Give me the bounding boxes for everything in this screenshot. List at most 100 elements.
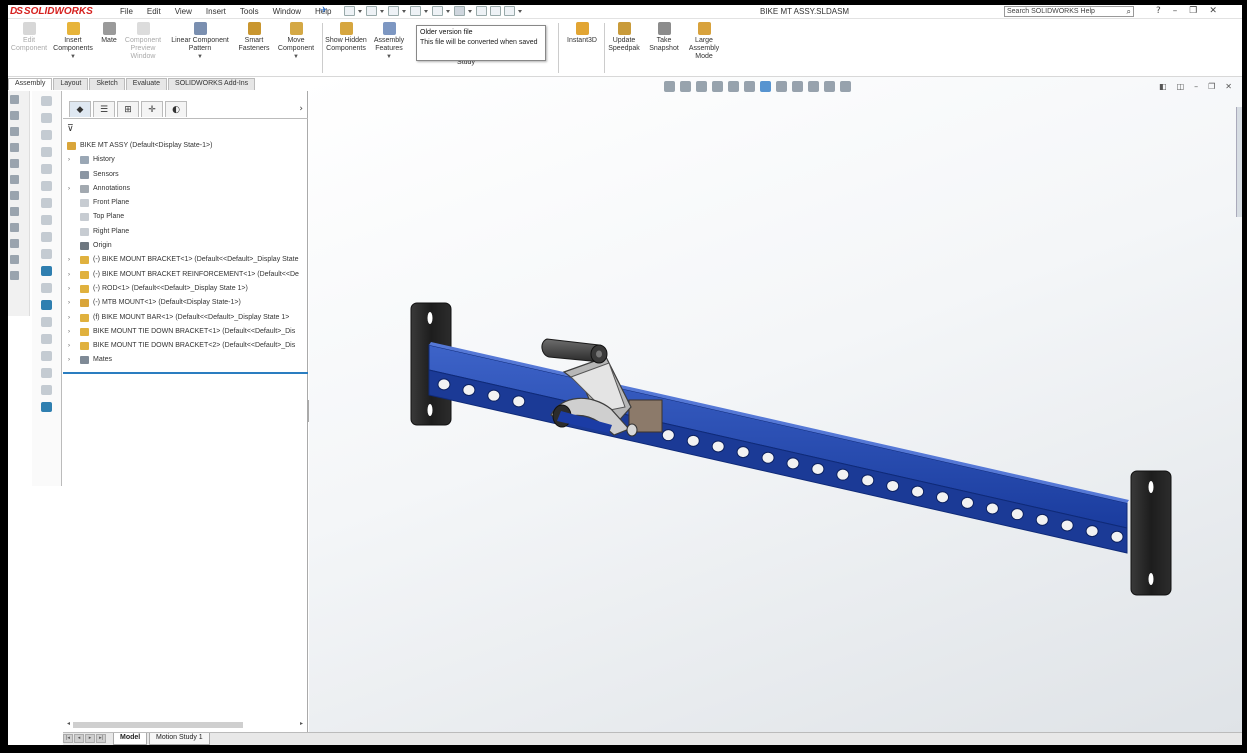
dimxpert-tab-icon[interactable]: ✛ (141, 101, 163, 117)
tree-item-component[interactable]: › (f) BIKE MOUNT BAR<1> (Default<<Defaul… (63, 311, 308, 325)
tool-icon[interactable] (41, 351, 52, 361)
tree-item-top-plane[interactable]: Top Plane (63, 210, 308, 224)
tool-icon[interactable] (41, 334, 52, 344)
menu-tools[interactable]: Tools (240, 7, 259, 16)
graphics-area[interactable]: ◧ ◫ – ❐ ✕ (309, 77, 1242, 732)
rollback-bar[interactable] (63, 372, 308, 374)
menu-file[interactable]: File (120, 7, 133, 16)
tree-item-annotations[interactable]: › Annotations (63, 182, 308, 196)
expand-arrow-icon[interactable]: › (68, 339, 70, 353)
tool-icon[interactable] (10, 111, 19, 120)
tree-item-sensors[interactable]: Sensors (63, 168, 308, 182)
tab-sketch[interactable]: Sketch (89, 78, 125, 90)
expand-arrow-icon[interactable]: › (68, 282, 70, 296)
new-document-icon[interactable] (344, 6, 355, 16)
tool-icon[interactable] (41, 266, 52, 276)
options-gear-icon[interactable] (504, 6, 515, 16)
tree-item-component[interactable]: › (-) MTB MOUNT<1> (Default<Display Stat… (63, 296, 308, 310)
instant3d-button[interactable]: Instant3D (564, 22, 600, 45)
scroll-thumb[interactable] (73, 722, 243, 728)
dropdown-arrow-icon[interactable]: ▼ (293, 53, 299, 61)
tool-icon[interactable] (41, 385, 52, 395)
print-dropdown-icon[interactable] (424, 6, 429, 16)
move-component-button[interactable]: Move Component ▼ (274, 22, 318, 61)
tool-icon[interactable] (10, 255, 19, 264)
tool-icon[interactable] (41, 181, 52, 191)
model-viewport[interactable] (309, 77, 1242, 732)
tree-item-front-plane[interactable]: Front Plane (63, 196, 308, 210)
save-icon[interactable] (388, 6, 399, 16)
print-icon[interactable] (410, 6, 421, 16)
tree-item-component[interactable]: › BIKE MOUNT TIE DOWN BRACKET<2> (Defaul… (63, 339, 308, 353)
tool-icon[interactable] (10, 271, 19, 280)
tool-icon[interactable] (10, 207, 19, 216)
expand-arrow-icon[interactable]: › (68, 268, 70, 282)
tab-layout[interactable]: Layout (53, 78, 89, 90)
tool-icon[interactable] (41, 368, 52, 378)
prev-tab-icon[interactable]: ◂ (74, 734, 84, 743)
select-icon[interactable] (454, 6, 465, 16)
tab-assembly[interactable]: Assembly (8, 78, 53, 90)
tool-icon[interactable] (10, 191, 19, 200)
configuration-manager-tab-icon[interactable]: ⊞ (117, 101, 139, 117)
last-tab-icon[interactable]: ▸| (96, 734, 106, 743)
rebuild-icon[interactable] (476, 6, 487, 16)
tool-icon[interactable] (10, 159, 19, 168)
undo-icon[interactable] (432, 6, 443, 16)
dropdown-arrow-icon[interactable]: ▼ (197, 53, 203, 61)
menu-insert[interactable]: Insert (206, 7, 226, 16)
display-manager-tab-icon[interactable]: ◐ (165, 101, 187, 117)
bike-mount-bar[interactable] (428, 342, 1129, 554)
search-icon[interactable]: ⌕ (1127, 7, 1131, 16)
tool-icon[interactable] (10, 175, 19, 184)
edit-component-button[interactable]: Edit Component (11, 22, 47, 53)
tool-icon[interactable] (41, 147, 52, 157)
mate-button[interactable]: Mate (96, 22, 122, 45)
linear-component-pattern-button[interactable]: Linear Component Pattern ▼ (166, 22, 234, 61)
tab-add-ins[interactable]: SOLIDWORKS Add-Ins (168, 78, 256, 90)
expand-arrow-icon[interactable]: › (68, 153, 70, 167)
tool-icon[interactable] (41, 113, 52, 123)
dropdown-arrow-icon[interactable]: ▼ (386, 53, 392, 61)
tab-motion-study[interactable]: Motion Study 1 (149, 733, 210, 745)
insert-components-button[interactable]: Insert Components ▼ (48, 22, 98, 61)
first-tab-icon[interactable]: |◂ (63, 734, 73, 743)
tool-icon[interactable] (41, 130, 52, 140)
next-tab-icon[interactable]: ▸ (85, 734, 95, 743)
take-snapshot-button[interactable]: Take Snapshot (646, 22, 682, 53)
tool-icon[interactable] (10, 127, 19, 136)
expand-arrow-icon[interactable]: › (68, 253, 70, 267)
expand-arrow-icon[interactable]: › (68, 353, 70, 367)
tree-item-component[interactable]: › BIKE MOUNT TIE DOWN BRACKET<1> (Defaul… (63, 325, 308, 339)
open-icon[interactable] (366, 6, 377, 16)
close-icon[interactable]: ✕ (1209, 6, 1217, 16)
tool-icon[interactable] (41, 198, 52, 208)
expand-arrow-icon[interactable]: › (68, 182, 70, 196)
expand-arrow-icon[interactable]: › (68, 325, 70, 339)
show-hidden-components-button[interactable]: Show Hidden Components (324, 22, 368, 53)
tool-icon[interactable] (41, 300, 52, 310)
tool-icon[interactable] (10, 239, 19, 248)
help-icon[interactable]: ? (1156, 6, 1161, 16)
dropdown-arrow-icon[interactable]: ▼ (70, 53, 76, 61)
tool-icon[interactable] (41, 249, 52, 259)
new-dropdown-icon[interactable] (358, 6, 363, 16)
tree-item-origin[interactable]: Origin (63, 239, 308, 253)
solidworks-logo[interactable]: DS SOLIDWORKS (10, 6, 93, 17)
tool-icon[interactable] (10, 95, 19, 104)
tree-item-component[interactable]: › (-) ROD<1> (Default<<Default>_Display … (63, 282, 308, 296)
select-dropdown-icon[interactable] (468, 6, 473, 16)
tool-icon[interactable] (41, 215, 52, 225)
file-properties-icon[interactable] (490, 6, 501, 16)
menu-view[interactable]: View (175, 7, 192, 16)
minimize-icon[interactable]: – (1173, 6, 1178, 16)
scroll-left-icon[interactable]: ◂ (67, 720, 70, 727)
options-dropdown-icon[interactable] (518, 6, 523, 16)
assembly-features-button[interactable]: Assembly Features ▼ (370, 22, 408, 61)
tool-icon[interactable] (10, 223, 19, 232)
tab-evaluate[interactable]: Evaluate (125, 78, 168, 90)
pin-menu-icon[interactable]: ✈ (320, 6, 328, 16)
update-speedpak-button[interactable]: Update Speedpak (606, 22, 642, 53)
tool-icon[interactable] (41, 164, 52, 174)
tool-icon[interactable] (41, 317, 52, 327)
